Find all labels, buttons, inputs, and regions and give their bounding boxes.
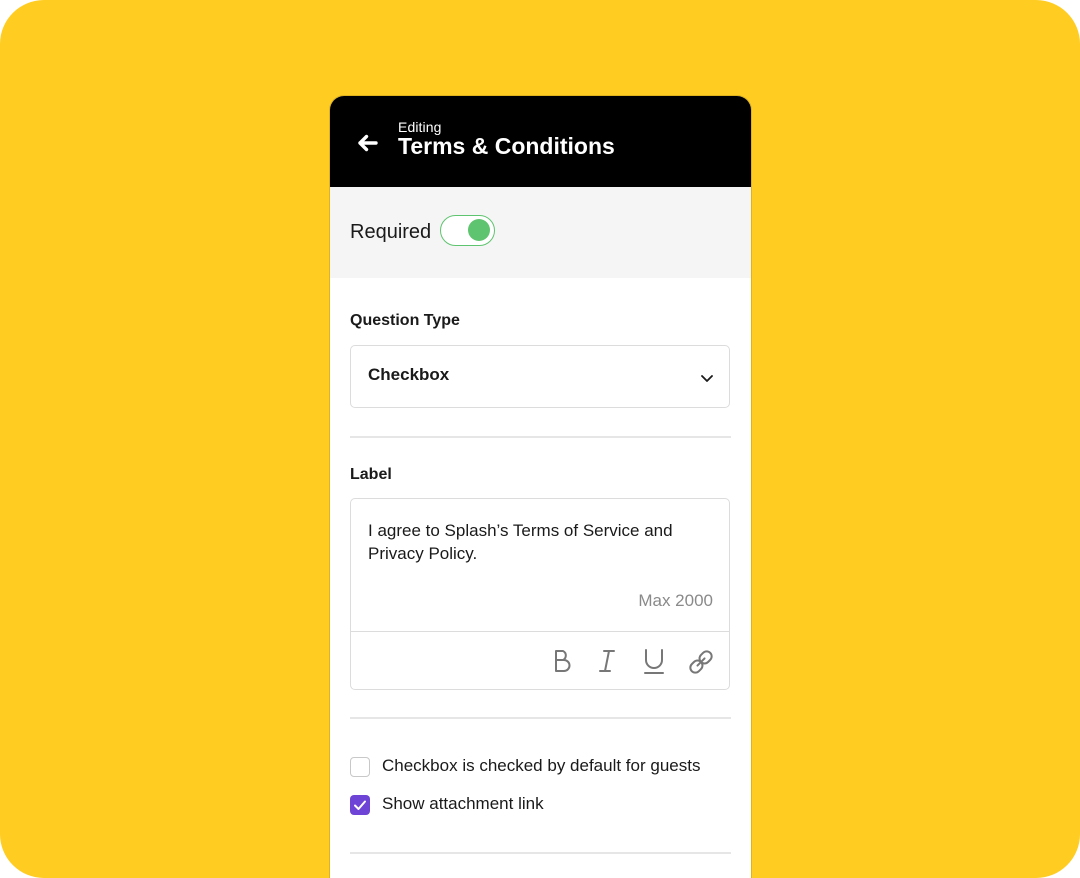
bold-button[interactable] (548, 647, 576, 675)
default-checked-checkbox[interactable] (350, 757, 370, 777)
label-editor: I agree to Splash’s Terms of Service and… (350, 498, 730, 690)
background-stage: Editing Terms & Conditions Required Ques… (0, 0, 1080, 878)
attachment-link-checkbox[interactable] (350, 795, 370, 815)
italic-button[interactable] (593, 647, 621, 675)
link-icon (689, 650, 713, 674)
required-toggle[interactable] (440, 215, 495, 246)
page-title: Terms & Conditions (398, 133, 615, 159)
arrow-left-icon (358, 134, 378, 152)
editor-header: Editing Terms & Conditions (330, 96, 751, 187)
question-type-select[interactable]: Checkbox (350, 345, 730, 408)
attachment-link-label: Show attachment link (382, 794, 544, 813)
question-type-label: Question Type (350, 312, 460, 329)
bold-icon (555, 650, 571, 672)
divider (350, 852, 731, 854)
italic-icon (599, 650, 615, 672)
required-row: Required (330, 187, 751, 278)
question-type-value: Checkbox (368, 365, 450, 384)
required-label: Required (350, 221, 432, 243)
underline-icon (644, 649, 664, 674)
editor-panel: Editing Terms & Conditions Required Ques… (330, 96, 751, 878)
divider (350, 436, 731, 438)
chevron-down-icon (701, 375, 713, 382)
label-textarea[interactable]: I agree to Splash’s Terms of Service and… (368, 519, 698, 565)
divider (350, 717, 731, 719)
back-button[interactable] (352, 128, 382, 158)
toolbar-divider (351, 631, 729, 632)
toggle-knob (468, 219, 490, 241)
link-button[interactable] (686, 647, 714, 675)
char-limit-text: Max 2000 (638, 591, 713, 610)
default-checked-label: Checkbox is checked by default for guest… (382, 756, 701, 775)
checkmark-icon (354, 800, 366, 810)
underline-button[interactable] (640, 647, 668, 675)
label-field-label: Label (350, 466, 392, 483)
